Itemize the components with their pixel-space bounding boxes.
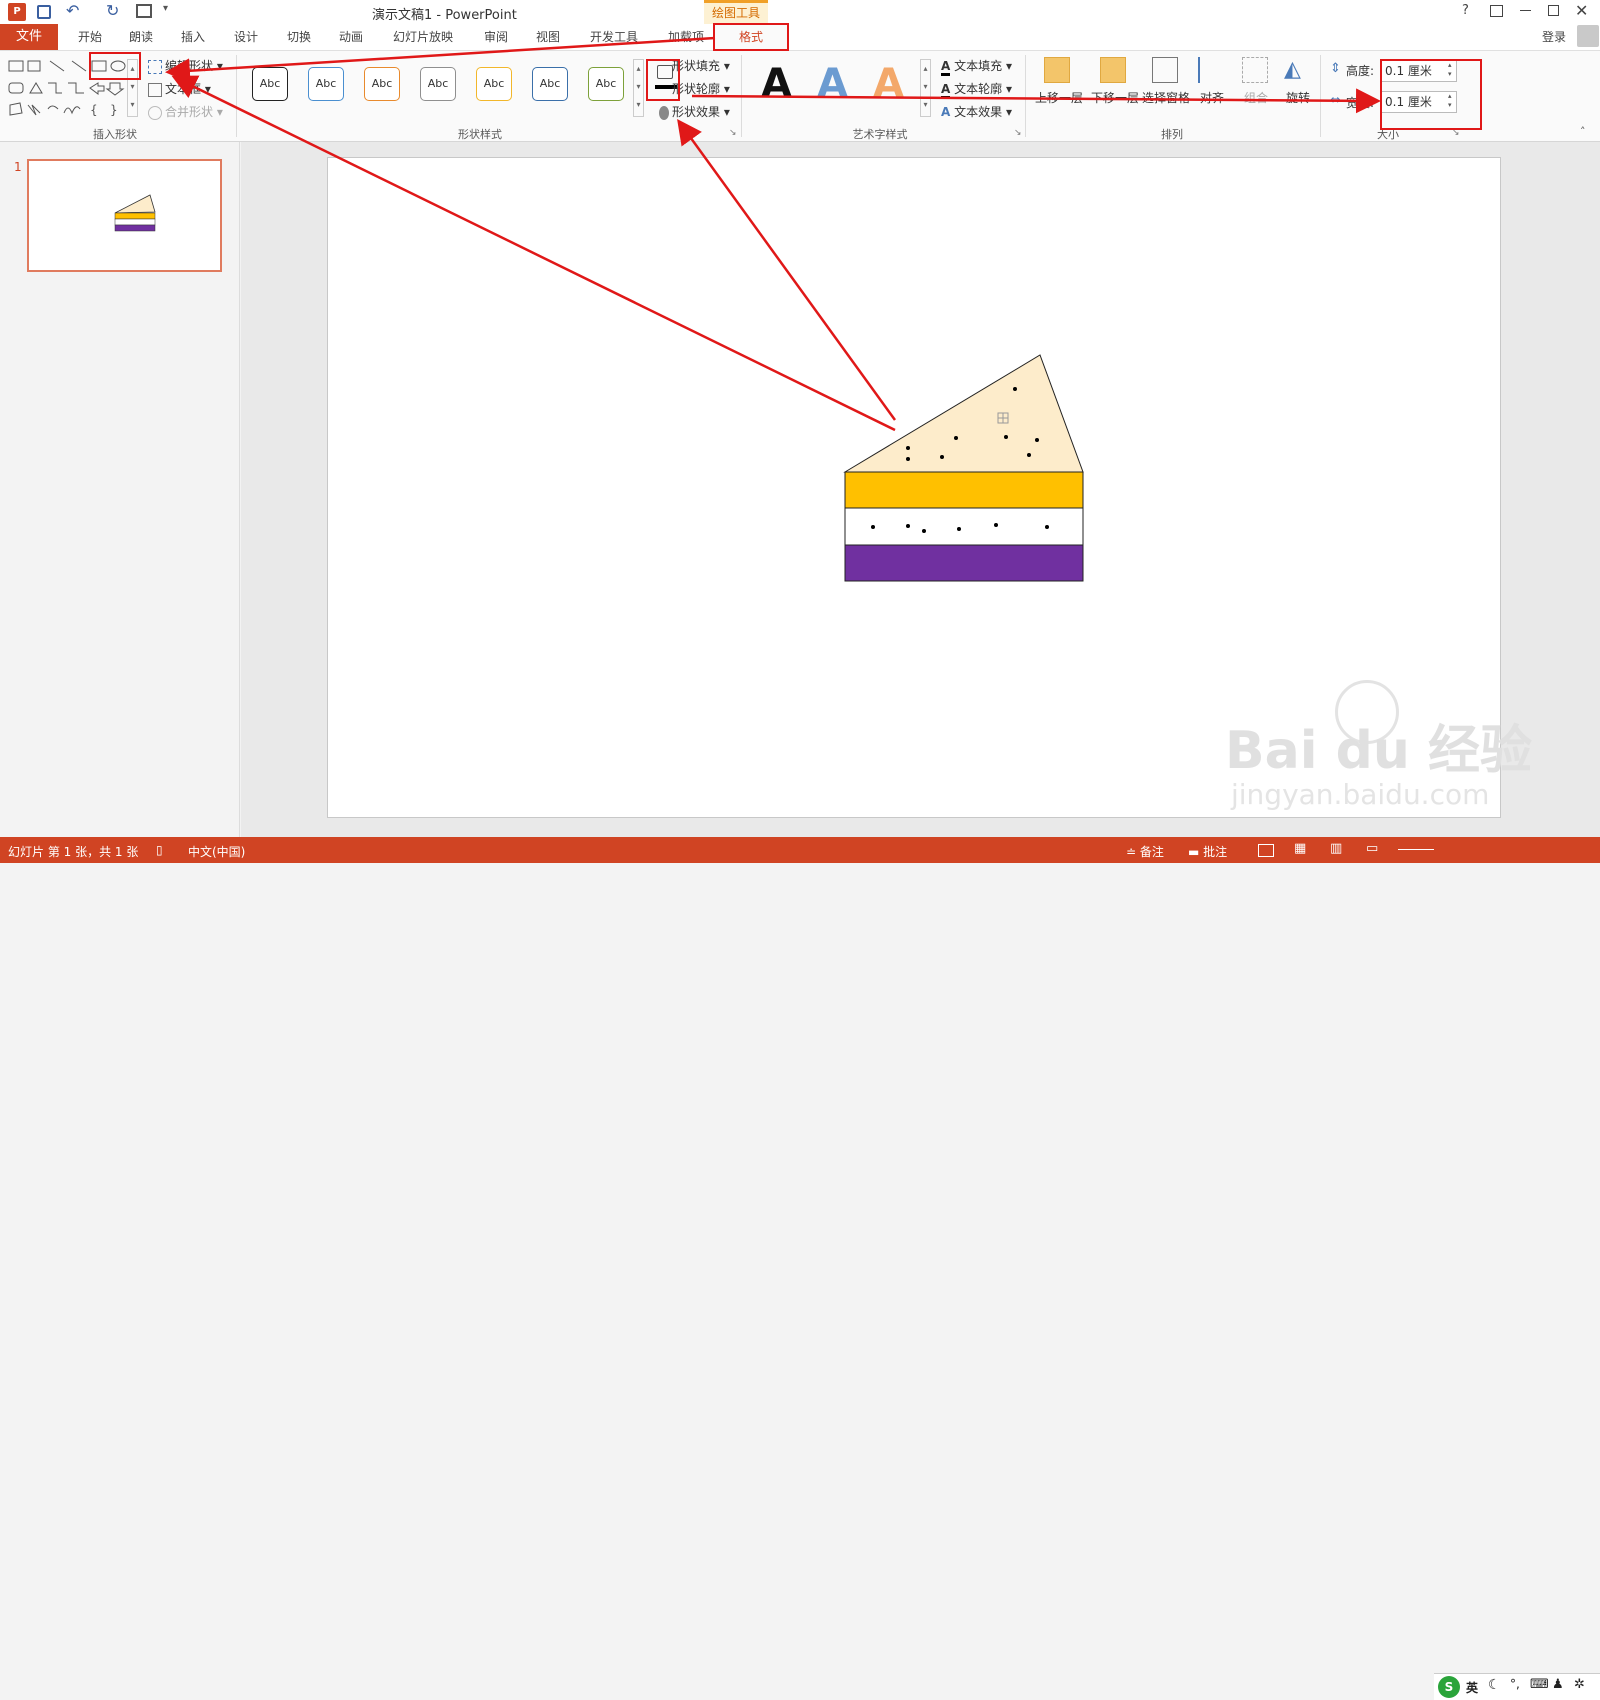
comments-label: 批注	[1203, 845, 1228, 859]
arrow-cake-to-oval	[171, 75, 896, 432]
sogou-ime-icon[interactable]: S	[1438, 1676, 1460, 1698]
keyboard-icon[interactable]: ⌨	[1530, 1677, 1549, 1692]
ime-mode-label[interactable]: 英	[1466, 1679, 1478, 1696]
status-bar: 幻灯片 第 1 张，共 1 张 ▯ 中文(中国) ≐ 备注 ▬ 批注 ▦ ▥ ▭…	[0, 837, 1600, 1700]
user-ime-icon[interactable]: ♟	[1552, 1677, 1564, 1692]
language-indicator[interactable]: 中文(中国)	[188, 843, 245, 860]
reading-view-icon[interactable]: ▥	[1330, 841, 1342, 856]
spellcheck-icon[interactable]: ▯	[156, 843, 163, 857]
annotation-arrows	[165, 36, 1381, 432]
ime-toolbar: S 英 ☾ °, ⌨ ♟ ✲	[1434, 1673, 1600, 1700]
punctuation-icon[interactable]: °,	[1510, 1677, 1520, 1691]
comments-button[interactable]: ▬ 批注	[1188, 843, 1227, 860]
slide-sorter-icon[interactable]: ▦	[1294, 841, 1306, 856]
notes-label: 备注	[1139, 845, 1164, 859]
zoom-slider[interactable]	[1398, 849, 1434, 850]
arrow-outline-to-size	[691, 88, 1381, 114]
slideshow-view-icon[interactable]: ▭	[1366, 841, 1378, 856]
slide-count: 幻灯片 第 1 张，共 1 张	[8, 845, 139, 859]
normal-view-icon[interactable]	[1258, 844, 1274, 857]
arrow-cake-to-outline	[677, 118, 897, 421]
moon-icon[interactable]: ☾	[1488, 1677, 1501, 1693]
notes-button[interactable]: ≐ 备注	[1126, 843, 1164, 860]
arrow-format-to-oval	[165, 36, 716, 84]
ime-settings-icon[interactable]: ✲	[1574, 1677, 1585, 1692]
